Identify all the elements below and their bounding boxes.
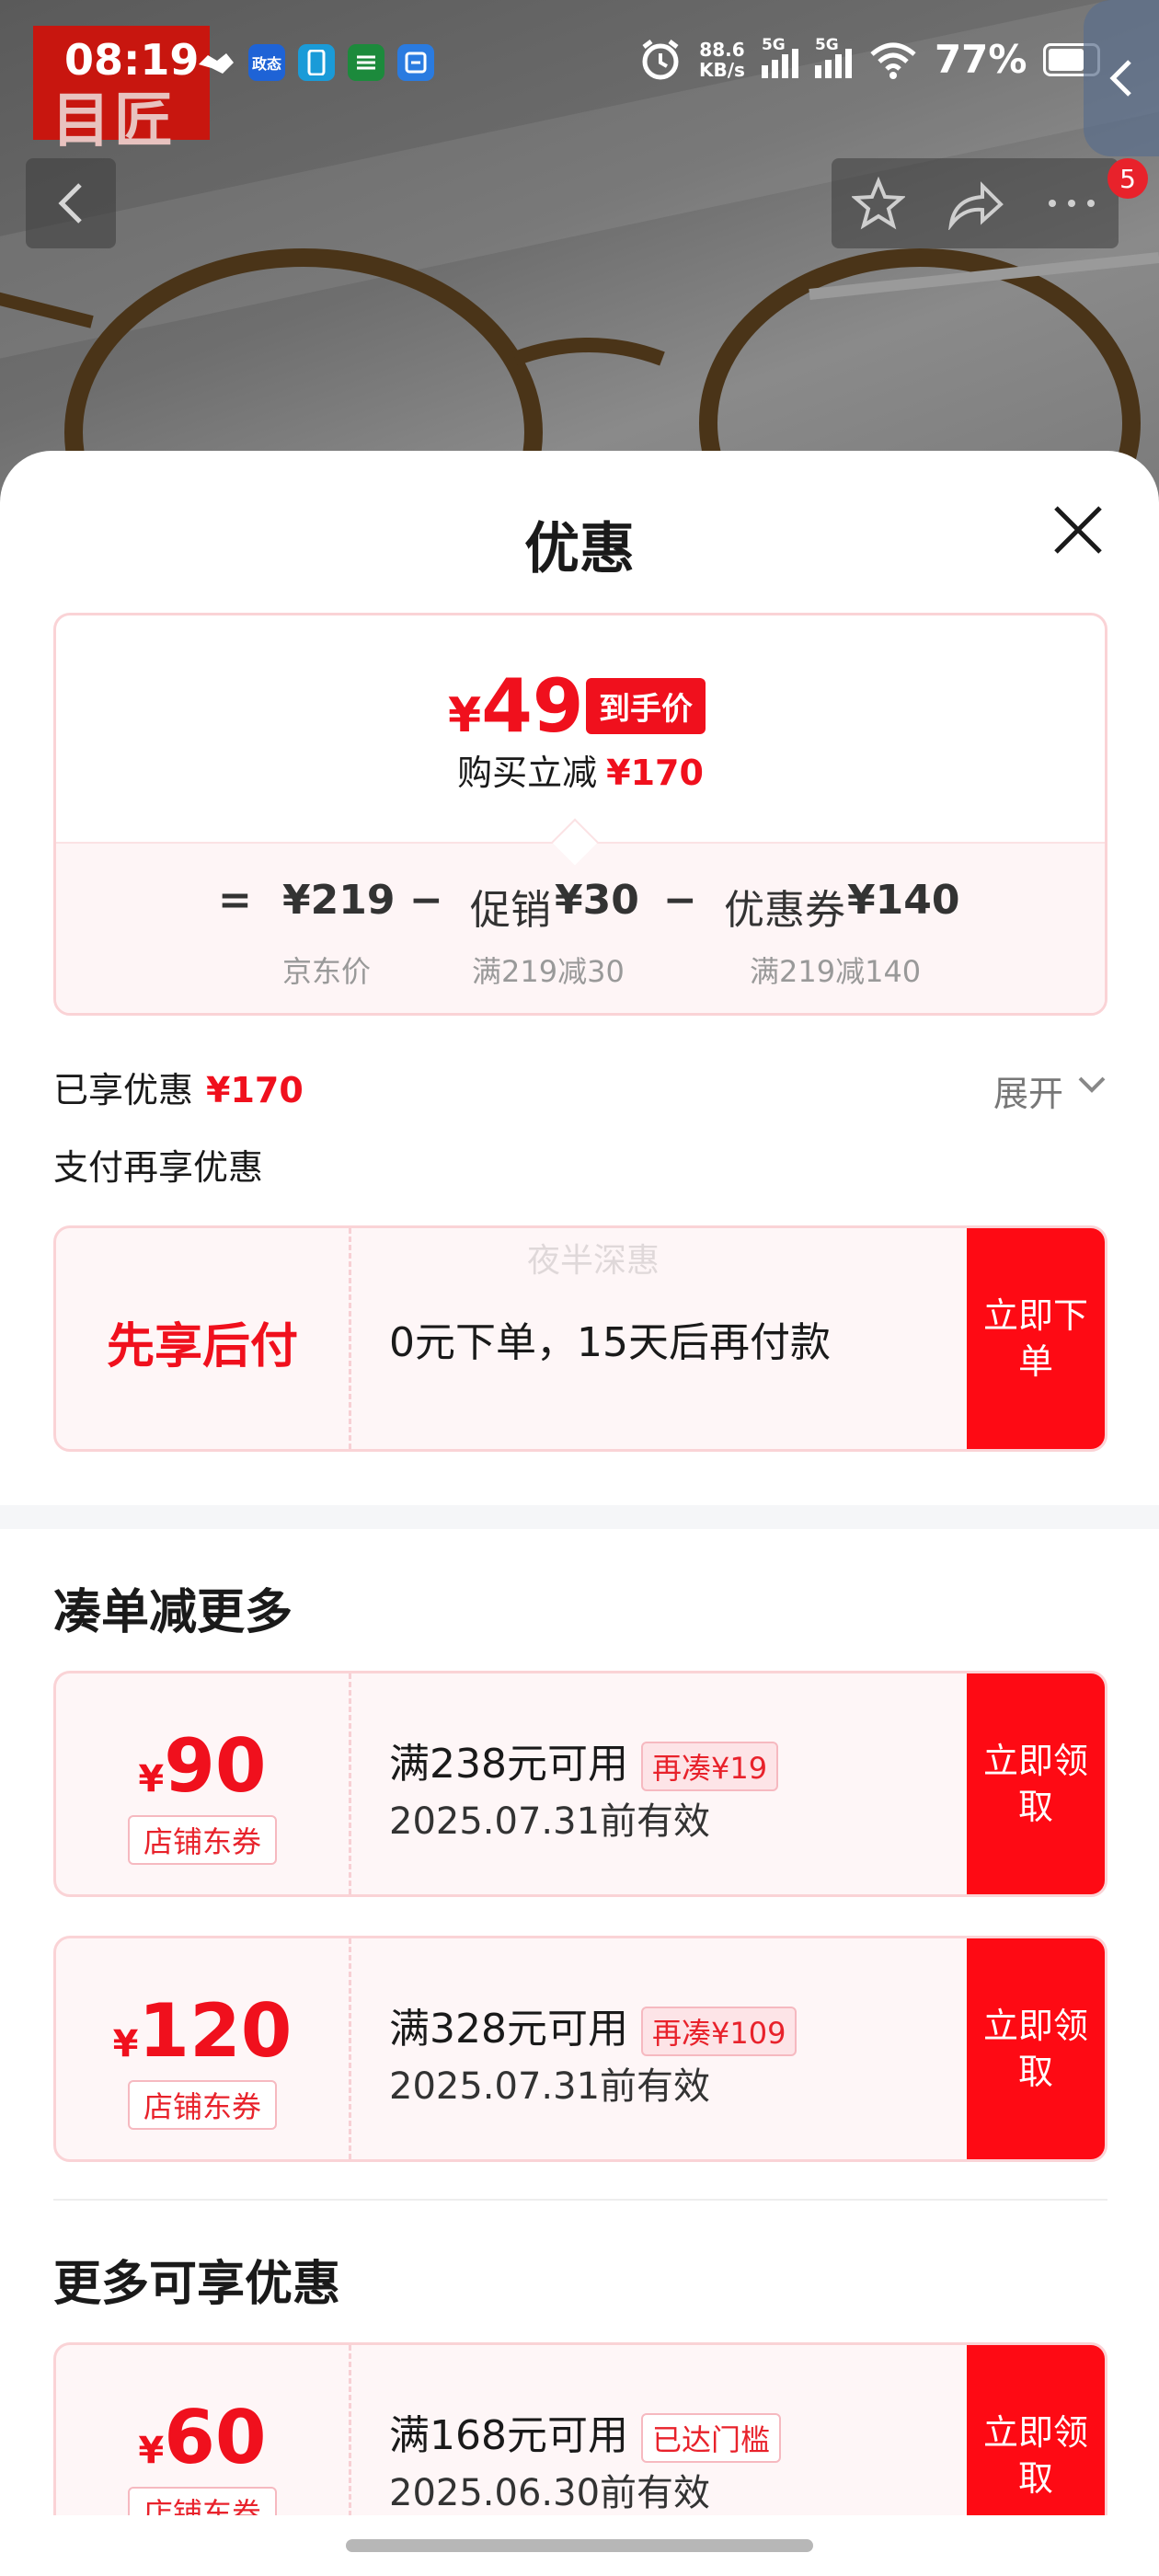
final-price-tag: 到手价: [586, 678, 706, 734]
coupon-divider: [349, 1938, 351, 2159]
signal-icon-1: 5G: [761, 36, 798, 78]
signal-label-2: 5G: [814, 35, 839, 54]
chevron-left-icon: [1109, 60, 1131, 97]
coupon-currency: ¥: [112, 2023, 139, 2065]
claim-coupon-button[interactable]: 立即领取: [967, 1673, 1105, 1894]
jd-price-label: 京东价: [282, 954, 372, 989]
app-zhengtai-icon: 政态: [248, 44, 285, 81]
handshake-icon: [199, 53, 234, 74]
coupon-card: ¥120 店铺东券 满328元可用 再凑¥109 2025.07.31前有效 立即…: [53, 1936, 1107, 2162]
clock: 08:19: [64, 35, 200, 85]
network-speed-value: 88.6: [699, 38, 745, 61]
status-bar: 08:19 政态 88.6 KB/s 5G 5G 77%: [0, 0, 1159, 125]
instant-discount: 购买立减 ¥170: [56, 744, 1105, 795]
coupon-divider: [349, 1228, 351, 1449]
battery-percent: 77%: [934, 37, 1027, 82]
coupon-type-tag: 店铺东券: [128, 2080, 277, 2130]
signal-icon-2: 5G: [814, 36, 852, 78]
edge-panel-handle[interactable]: [1084, 0, 1159, 156]
post-icon: [348, 44, 384, 81]
stack-app-icon: [397, 44, 434, 81]
notification-icons: 政态: [195, 44, 434, 81]
expand-button[interactable]: 展开: [993, 1065, 1063, 1116]
section-title-available: 更多可享优惠: [53, 2257, 341, 2312]
coupon-gap-pill: 再凑¥109: [640, 2007, 798, 2056]
coupon-condition-text: 满238元可用: [389, 1741, 628, 1788]
chevron-down-icon[interactable]: [1076, 1071, 1107, 1098]
pay-more-label: 支付再享优惠: [53, 1147, 264, 1188]
coupon-divider: [349, 1673, 351, 1894]
bnpl-card: 先享后付 夜半深惠 0元下单，15天后再付款 立即下单: [53, 1225, 1107, 1452]
coupon-value: ¥60: [56, 2395, 349, 2480]
bnpl-description: 0元下单，15天后再付款: [389, 1319, 831, 1366]
sheet-title: 优惠: [524, 517, 635, 581]
instant-discount-label: 购买立减: [457, 753, 598, 793]
jd-price: ¥219: [282, 877, 396, 924]
coupon-condition-text: 满328元可用: [389, 2006, 628, 2053]
coupon-card: ¥90 店铺东券 满238元可用 再凑¥19 2025.07.31前有效 立即领取: [53, 1671, 1107, 1897]
close-icon[interactable]: [1049, 500, 1107, 559]
coupon-condition: 满168元可用 已达门槛: [389, 2402, 781, 2463]
back-button[interactable]: [26, 158, 116, 248]
minus-sign-1: −: [409, 877, 443, 924]
coupon-condition: 满238元可用 再凑¥19: [389, 1731, 779, 1791]
network-speed-unit: KB/s: [699, 58, 745, 81]
back-arrow-icon: [58, 183, 82, 224]
more-options-icon[interactable]: [1045, 194, 1098, 213]
enjoyed-discount-amount: ¥170: [206, 1070, 304, 1110]
favorite-star-icon[interactable]: [852, 177, 905, 230]
coupon-currency: ¥: [138, 2430, 165, 2472]
coupon-currency: ¥: [138, 1758, 165, 1800]
bnpl-title: 先享后付: [106, 1319, 298, 1374]
price-formula: = ¥219 京东价 − 促销 ¥30 满219减30 − 优惠券 ¥140 满…: [56, 842, 1105, 1013]
equals-sign: =: [218, 877, 252, 924]
coupon-label: 优惠券: [724, 887, 845, 934]
coupon-amount: 120: [138, 1988, 293, 2074]
promo-amount: ¥30: [555, 877, 639, 924]
watermark-text: 夜半深惠: [527, 1242, 660, 1280]
claim-coupon-button[interactable]: 立即领取: [967, 1938, 1105, 2159]
signal-label-1: 5G: [761, 35, 786, 54]
section-separator: [53, 2199, 1107, 2201]
minus-sign-2: −: [663, 877, 697, 924]
section-divider: [0, 1505, 1159, 1529]
coupon-gap-pill: 再凑¥19: [640, 1742, 779, 1791]
coupon-value: ¥90: [56, 1723, 349, 1809]
coupon-note: 满219减140: [750, 954, 922, 989]
product-actions: [832, 158, 1119, 248]
coupon-condition-text: 满168元可用: [389, 2412, 628, 2459]
promo-label: 促销: [470, 887, 551, 934]
instant-discount-amount: ¥170: [606, 753, 704, 793]
coupon-type-tag: 店铺东券: [128, 1815, 277, 1865]
final-price-currency: ¥: [448, 688, 482, 743]
final-price-value: 49: [481, 663, 584, 749]
final-price: ¥49: [448, 663, 584, 749]
enjoyed-discount-label: 已享优惠: [53, 1070, 194, 1110]
wifi-icon: [870, 42, 916, 79]
network-speed: 88.6 KB/s: [699, 40, 745, 80]
order-now-button[interactable]: 立即下单: [967, 1228, 1105, 1449]
coupon-amount: ¥140: [847, 877, 960, 924]
discount-sheet: 优惠 ¥49 到手价 购买立减 ¥170 = ¥219 京东价 − 促销 ¥30 …: [0, 451, 1159, 2576]
section-title-more: 凑单减更多: [53, 1585, 293, 1640]
home-indicator[interactable]: [346, 2539, 813, 2552]
phone-app-icon: [298, 44, 335, 81]
coupon-expiry: 2025.07.31前有效: [389, 2065, 711, 2108]
message-badge: 5: [1107, 158, 1148, 199]
coupon-value: ¥120: [56, 1988, 349, 2074]
coupon-amount: 60: [164, 2395, 267, 2480]
coupon-condition: 满328元可用 再凑¥109: [389, 1995, 798, 2056]
enjoyed-discount: 已享优惠 ¥170: [53, 1062, 304, 1112]
share-icon[interactable]: [946, 177, 1004, 230]
promo-note: 满219减30: [472, 954, 625, 989]
coupon-amount: 90: [164, 1723, 267, 1809]
coupon-threshold-pill: 已达门槛: [640, 2413, 781, 2463]
coupon-expiry: 2025.07.31前有效: [389, 1800, 711, 1843]
price-breakdown-card: ¥49 到手价 购买立减 ¥170 = ¥219 京东价 − 促销 ¥30 满21…: [53, 613, 1107, 1016]
coupon-expiry: 2025.06.30前有效: [389, 2472, 711, 2514]
system-icons: 88.6 KB/s 5G 5G 77%: [638, 36, 1101, 82]
alarm-icon: [642, 39, 679, 79]
